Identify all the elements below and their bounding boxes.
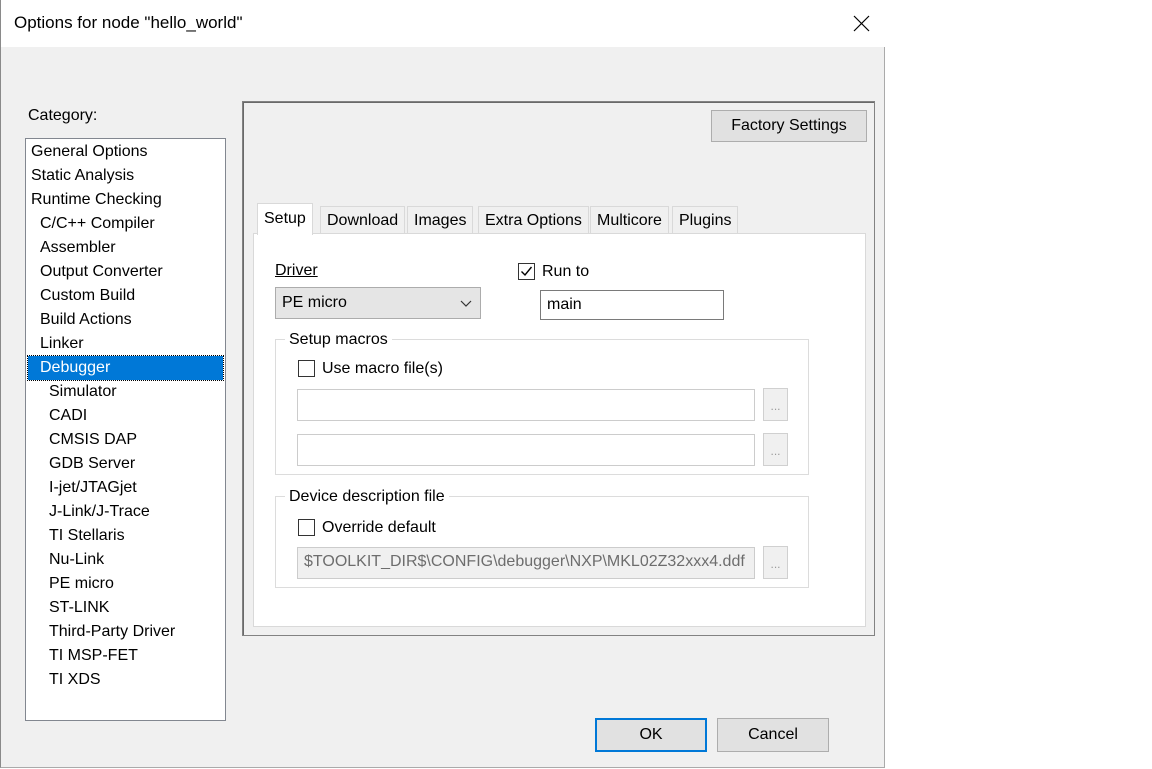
category-item[interactable]: GDB Server bbox=[49, 452, 135, 476]
use-macro-label: Use macro file(s) bbox=[322, 360, 443, 377]
close-button[interactable] bbox=[839, 4, 883, 42]
device-description-browse-button[interactable]: ... bbox=[763, 546, 788, 579]
category-item[interactable]: Linker bbox=[40, 332, 84, 356]
category-item[interactable]: CMSIS DAP bbox=[49, 428, 137, 452]
macro-file-browse-button-1[interactable]: ... bbox=[763, 388, 788, 421]
category-item[interactable]: TI Stellaris bbox=[49, 524, 125, 548]
title-bar: Options for node "hello_world" bbox=[1, 0, 885, 47]
category-item[interactable]: Nu-Link bbox=[49, 548, 104, 572]
category-item[interactable]: General Options bbox=[31, 140, 148, 164]
category-label: Category: bbox=[28, 107, 98, 124]
driver-select[interactable]: PE micro bbox=[275, 287, 481, 319]
options-dialog: Options for node "hello_world" Category:… bbox=[0, 0, 885, 768]
dialog-title: Options for node "hello_world" bbox=[14, 13, 243, 32]
category-item[interactable]: Runtime Checking bbox=[31, 188, 162, 212]
device-description-path[interactable]: $TOOLKIT_DIR$\CONFIG\debugger\NXP\MKL02Z… bbox=[297, 547, 755, 579]
category-item[interactable]: Third-Party Driver bbox=[49, 620, 175, 644]
override-default-checkbox[interactable] bbox=[298, 519, 315, 536]
tab-extra-options[interactable]: Extra Options bbox=[478, 206, 589, 234]
category-item[interactable]: CADI bbox=[49, 404, 87, 428]
run-to-checkbox[interactable] bbox=[518, 263, 535, 280]
chevron-down-icon bbox=[460, 300, 472, 307]
category-item[interactable]: I-jet/JTAGjet bbox=[49, 476, 137, 500]
close-icon bbox=[853, 15, 870, 32]
category-item[interactable]: J-Link/J-Trace bbox=[49, 500, 150, 524]
macro-file-input-2[interactable] bbox=[297, 434, 755, 466]
tab-multicore[interactable]: Multicore bbox=[590, 206, 669, 234]
category-item[interactable]: TI XDS bbox=[49, 668, 101, 692]
setup-macros-title: Setup macros bbox=[285, 331, 392, 349]
override-default-label: Override default bbox=[322, 519, 436, 536]
tab-setup[interactable]: Setup bbox=[257, 203, 313, 235]
check-icon bbox=[521, 266, 533, 277]
category-item[interactable]: Custom Build bbox=[40, 284, 135, 308]
category-item[interactable]: C/C++ Compiler bbox=[40, 212, 155, 236]
tab-plugins[interactable]: Plugins bbox=[672, 206, 739, 234]
category-item[interactable]: Static Analysis bbox=[31, 164, 134, 188]
macro-file-input-1[interactable] bbox=[297, 389, 755, 421]
macro-file-browse-button-2[interactable]: ... bbox=[763, 433, 788, 466]
driver-label-text: Driver bbox=[275, 262, 318, 279]
driver-label: Driver bbox=[275, 262, 318, 280]
category-item[interactable]: Assembler bbox=[40, 236, 116, 260]
category-item[interactable]: Output Converter bbox=[40, 260, 163, 284]
category-item[interactable]: ST-LINK bbox=[49, 596, 109, 620]
ok-button[interactable]: OK bbox=[595, 718, 707, 752]
cancel-button[interactable]: Cancel bbox=[717, 718, 829, 752]
category-item[interactable]: Build Actions bbox=[40, 308, 132, 332]
category-item[interactable]: TI MSP-FET bbox=[49, 644, 138, 668]
tab-images[interactable]: Images bbox=[407, 206, 474, 234]
category-item[interactable]: Debugger bbox=[27, 355, 224, 381]
factory-settings-button[interactable]: Factory Settings bbox=[711, 110, 867, 142]
device-description-title: Device description file bbox=[285, 488, 449, 506]
tab-download[interactable]: Download bbox=[320, 206, 406, 234]
category-list[interactable]: General Options Static Analysis Runtime Ch… bbox=[25, 138, 226, 721]
category-item[interactable]: PE micro bbox=[49, 572, 114, 596]
category-item[interactable]: Simulator bbox=[49, 380, 117, 404]
driver-select-value: PE micro bbox=[282, 294, 347, 311]
run-to-label: Run to bbox=[542, 263, 590, 280]
use-macro-checkbox[interactable] bbox=[298, 360, 315, 377]
run-to-input[interactable]: main bbox=[540, 290, 724, 320]
